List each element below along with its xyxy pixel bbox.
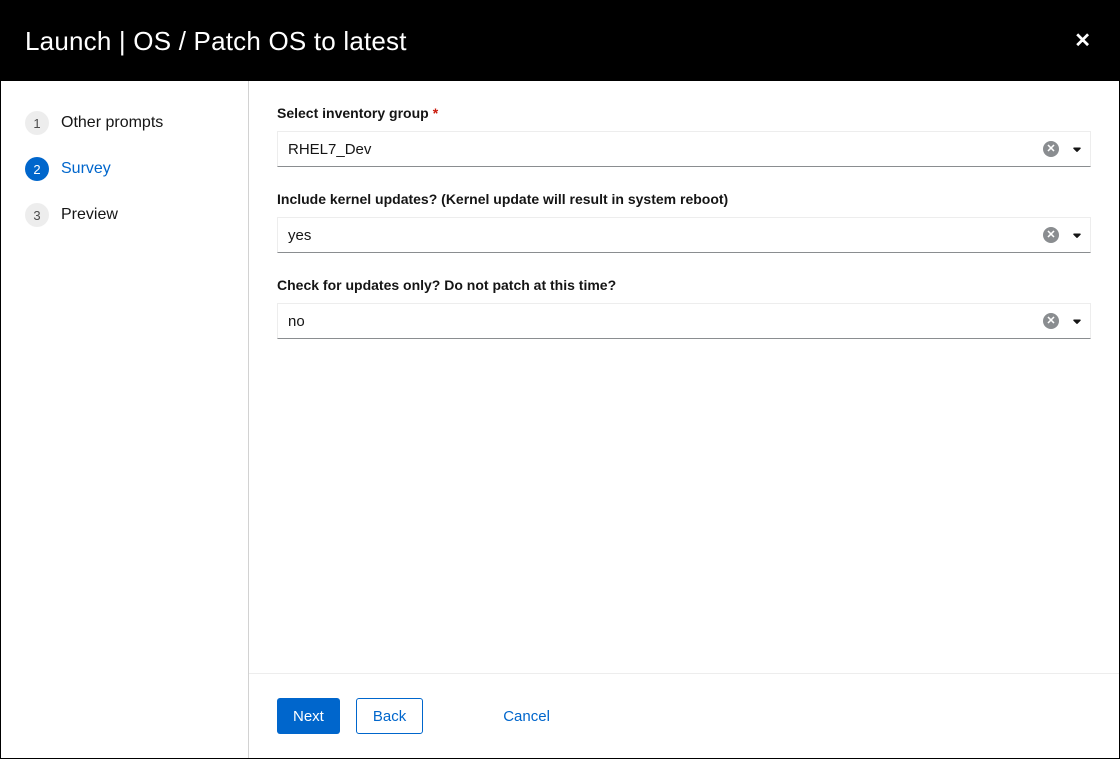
next-button[interactable]: Next	[277, 698, 340, 734]
launch-modal: Launch | OS / Patch OS to latest ✕ 1 Oth…	[0, 0, 1120, 759]
required-indicator: *	[433, 105, 438, 121]
step-number-badge: 2	[25, 157, 49, 181]
kernel-updates-select[interactable]: ✕	[277, 217, 1091, 253]
step-label: Preview	[61, 206, 118, 224]
field-label: Include kernel updates? (Kernel update w…	[277, 191, 1091, 207]
chevron-down-icon[interactable]	[1071, 229, 1083, 241]
back-button[interactable]: Back	[356, 698, 423, 734]
field-label: Select inventory group*	[277, 105, 1091, 121]
field-check-only: Check for updates only? Do not patch at …	[277, 277, 1091, 339]
wizard-step-survey[interactable]: 2 Survey	[1, 151, 248, 187]
select-controls: ✕	[1043, 131, 1083, 167]
close-icon[interactable]: ✕	[1074, 31, 1091, 51]
select-value[interactable]	[277, 303, 1091, 339]
clear-icon[interactable]: ✕	[1043, 227, 1059, 243]
step-label: Other prompts	[61, 114, 163, 132]
wizard-footer: Next Back Cancel	[249, 673, 1119, 758]
cancel-button[interactable]: Cancel	[487, 698, 566, 734]
select-controls: ✕	[1043, 303, 1083, 339]
step-label: Survey	[61, 160, 111, 178]
chevron-down-icon[interactable]	[1071, 143, 1083, 155]
inventory-group-select[interactable]: ✕	[277, 131, 1091, 167]
modal-header: Launch | OS / Patch OS to latest ✕	[1, 1, 1119, 81]
wizard-content: Select inventory group* ✕ Include kern	[249, 81, 1119, 758]
wizard-step-preview[interactable]: 3 Preview	[1, 197, 248, 233]
modal-title: Launch | OS / Patch OS to latest	[25, 26, 407, 57]
step-number-badge: 1	[25, 111, 49, 135]
wizard-sidebar: 1 Other prompts 2 Survey 3 Preview	[1, 81, 249, 758]
field-kernel-updates: Include kernel updates? (Kernel update w…	[277, 191, 1091, 253]
modal-body: 1 Other prompts 2 Survey 3 Preview Selec…	[1, 81, 1119, 758]
field-label: Check for updates only? Do not patch at …	[277, 277, 1091, 293]
select-value[interactable]	[277, 217, 1091, 253]
step-number-badge: 3	[25, 203, 49, 227]
survey-form: Select inventory group* ✕ Include kern	[249, 81, 1119, 673]
select-controls: ✕	[1043, 217, 1083, 253]
wizard-step-other-prompts[interactable]: 1 Other prompts	[1, 105, 248, 141]
chevron-down-icon[interactable]	[1071, 315, 1083, 327]
clear-icon[interactable]: ✕	[1043, 313, 1059, 329]
check-only-select[interactable]: ✕	[277, 303, 1091, 339]
clear-icon[interactable]: ✕	[1043, 141, 1059, 157]
field-inventory-group: Select inventory group* ✕	[277, 105, 1091, 167]
select-value[interactable]	[277, 131, 1091, 167]
